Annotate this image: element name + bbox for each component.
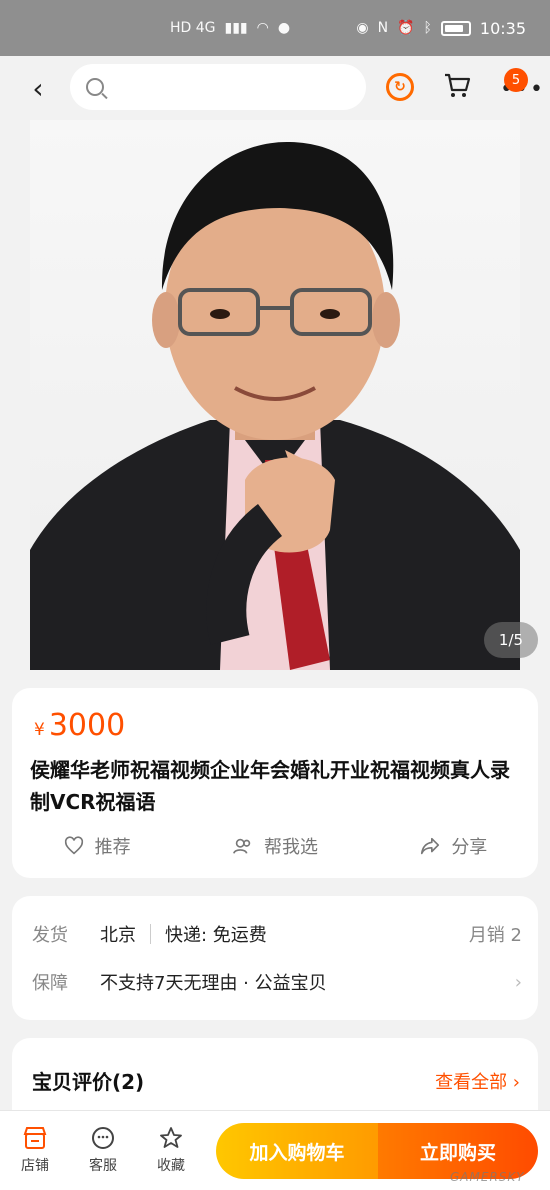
nfc-icon: N — [377, 20, 389, 36]
product-image[interactable] — [30, 120, 520, 670]
wifi-icon: ◠ — [256, 20, 269, 36]
monthly-sales: 月销 2 — [468, 925, 522, 946]
ship-label: 发货 — [32, 925, 68, 946]
status-right: ◉ N ⏰ ᛒ 10:35 — [356, 19, 526, 38]
watermark: GAMERSKY — [450, 1170, 525, 1184]
status-bar: HD 4G ▮▮▮ ◠ ● ◉ N ⏰ ᛒ 10:35 — [0, 0, 550, 56]
help-choose-label: 帮我选 — [263, 837, 318, 858]
delivery-fee: 快递: 免运费 — [165, 925, 267, 946]
top-navigation: ‹ ↻ ••• 5 — [0, 56, 550, 120]
back-button[interactable]: ‹ — [24, 71, 52, 105]
cart-button[interactable] — [442, 70, 472, 100]
customer-service-icon — [92, 1127, 114, 1149]
review-title: 宝贝评价(2) — [32, 1070, 145, 1094]
share-icon[interactable]: ↻ — [386, 73, 414, 101]
status-time: 10:35 — [479, 18, 526, 38]
signal-icon: ▮▮▮ — [224, 20, 248, 36]
product-actions: 推荐 帮我选 分享 — [12, 826, 538, 866]
network-indicator: HD 4G — [170, 20, 216, 36]
share-arrow-icon — [421, 837, 440, 855]
recommend-label: 推荐 — [94, 837, 131, 858]
star-icon — [160, 1127, 182, 1148]
image-counter: 1/5 — [484, 622, 538, 658]
help-choose-button[interactable]: 帮我选 — [232, 833, 318, 859]
search-icon — [86, 78, 104, 96]
bluetooth-icon: ᛒ — [423, 20, 432, 36]
chevron-right-icon: › — [514, 971, 522, 993]
notification-icon: ● — [277, 20, 291, 36]
price: ¥ 3000 — [34, 708, 125, 743]
divider — [150, 924, 151, 944]
tab-store-label: 店铺 — [21, 1158, 49, 1174]
tab-customer-service[interactable]: 客服 — [78, 1125, 128, 1175]
message-badge: 5 — [504, 68, 528, 92]
ship-origin: 北京 — [100, 925, 136, 946]
heart-icon — [64, 836, 83, 855]
cart-icon — [445, 73, 471, 97]
battery-icon — [440, 20, 471, 36]
product-title: 侯耀华老师祝福视频企业年会婚礼开业祝福视频真人录制VCR祝福语 — [30, 758, 510, 814]
share-button[interactable]: 分享 — [419, 833, 487, 859]
currency-symbol: ¥ — [34, 720, 45, 740]
status-left: HD 4G ▮▮▮ ◠ ● — [170, 20, 290, 36]
eye-icon: ◉ — [356, 20, 369, 36]
share-label: 分享 — [451, 837, 488, 858]
back-icon: ‹ — [32, 71, 44, 105]
add-to-cart-button[interactable]: 加入购物车 — [216, 1123, 378, 1179]
tab-favorite[interactable]: 收藏 — [146, 1125, 196, 1175]
guarantee-text: 不支持7天无理由 · 公益宝贝 — [100, 973, 327, 994]
shipping-card[interactable]: 发货 北京 快递: 免运费 月销 2 保障 不支持7天无理由 · 公益宝贝 › — [12, 896, 538, 1020]
product-photo — [30, 141, 520, 670]
guarantee-label: 保障 — [32, 973, 68, 994]
tab-favorite-label: 收藏 — [157, 1158, 185, 1174]
shipping-row: 发货 北京 快递: 免运费 月销 2 — [32, 918, 522, 950]
guarantee-row[interactable]: 保障 不支持7天无理由 · 公益宝贝 › — [32, 966, 522, 998]
tab-store[interactable]: 店铺 — [10, 1125, 60, 1175]
alarm-icon: ⏰ — [397, 20, 415, 36]
group-icon — [233, 838, 251, 854]
tab-customer-service-label: 客服 — [89, 1158, 117, 1174]
search-input[interactable] — [114, 78, 334, 96]
view-all-reviews-link[interactable]: 查看全部 › — [435, 1068, 520, 1094]
price-value: 3000 — [48, 708, 126, 743]
product-info-card: ¥ 3000 侯耀华老师祝福视频企业年会婚礼开业祝福视频真人录制VCR祝福语 推… — [12, 688, 538, 878]
search-bar[interactable] — [70, 64, 366, 110]
store-icon — [23, 1127, 47, 1149]
recommend-button[interactable]: 推荐 — [63, 833, 131, 859]
more-menu-button[interactable]: ••• 5 — [496, 68, 543, 104]
